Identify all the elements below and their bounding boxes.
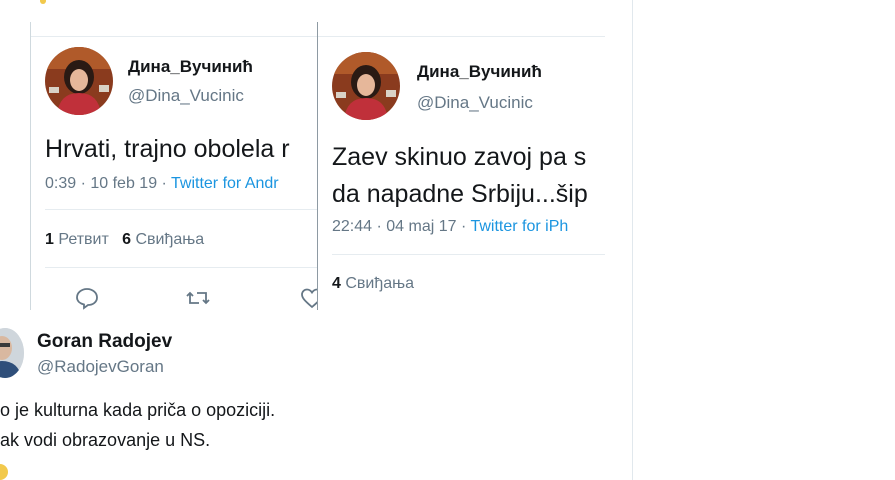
- like-icon: [299, 285, 318, 310]
- tweet-timestamp: 0:39 · 10 feb 19 · Twitter for Andr: [45, 175, 279, 193]
- author-handle[interactable]: @RadojevGoran: [37, 357, 164, 377]
- likes-count: 6: [122, 231, 132, 248]
- time-date: 0:39 · 10 feb 19 ·: [45, 175, 172, 192]
- time-date: 22:44 · 04 maj 17 ·: [332, 218, 471, 235]
- tweet-text-line-1: o je kulturna kada priča o opoziciji.: [0, 400, 276, 420]
- retweets-label: Ретвит: [53, 231, 109, 248]
- likes-count: 4: [332, 275, 341, 292]
- reply-icon: [74, 285, 100, 310]
- display-name: Дина_Вучинић: [128, 57, 253, 76]
- avatar[interactable]: [0, 328, 24, 378]
- avatar: [332, 52, 400, 120]
- divider: [45, 267, 318, 268]
- retweets-count: 1: [45, 231, 54, 248]
- avatar: [45, 47, 113, 115]
- tweet-screenshot-2: Дина_Вучинић @Dina_Vucinic Zaev skinuo z…: [317, 22, 605, 310]
- retweet-icon: [185, 285, 211, 310]
- author-name[interactable]: Goran Radojev: [37, 331, 172, 353]
- tweet-timestamp: 22:44 · 04 maj 17 · Twitter for iPh: [332, 218, 568, 236]
- divider: [31, 36, 318, 37]
- handle: @Dina_Vucinic: [417, 93, 533, 112]
- tweet-text-line-2: ak vodi obrazovanje u NS.: [0, 430, 211, 450]
- tweet-text-line-2: da napadne Srbiju...šip: [332, 180, 588, 208]
- embedded-tweet: Дина_Вучинић @Dina_Vucinic Hrvati, trajn…: [0, 0, 633, 480]
- likes-label: Свиђања: [131, 231, 205, 248]
- display-name: Дина_Вучинић: [417, 62, 542, 81]
- tweet-source: Twitter for Andr: [171, 175, 279, 192]
- divider: [45, 209, 318, 210]
- tweet-source: Twitter for iPh: [470, 218, 569, 235]
- tweet-stats: 4 Свиђања: [332, 275, 414, 293]
- tweet-text-line-1: Zaev skinuo zavoj pa s: [332, 143, 587, 171]
- tweet-screenshot-1: Дина_Вучинић @Dina_Vucinic Hrvati, trajn…: [30, 22, 318, 310]
- likes-label: Свиђања: [340, 275, 415, 292]
- emoji-fragment: [0, 464, 8, 480]
- tweet-stats: 1 Ретвит 6 Свиђања: [45, 231, 204, 249]
- emoji-fragment: [40, 0, 46, 4]
- tweet-text: Hrvati, trajno obolela r: [45, 135, 290, 163]
- divider: [318, 36, 605, 37]
- handle: @Dina_Vucinic: [128, 86, 244, 105]
- divider: [332, 254, 605, 255]
- page-background: [633, 0, 895, 480]
